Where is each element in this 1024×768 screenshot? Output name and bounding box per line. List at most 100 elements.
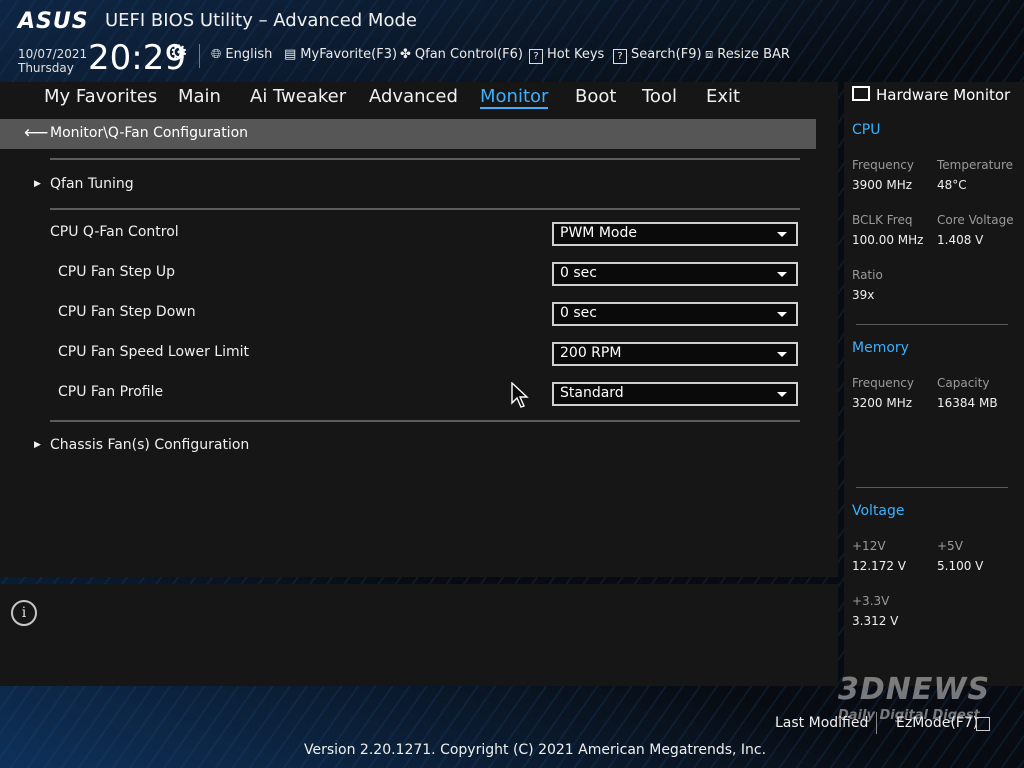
cpu-fan-speed-lower-limit-label: CPU Fan Speed Lower Limit [58,344,250,360]
search-button[interactable]: ? Search(F9) [613,47,702,64]
globe-icon: 🌐︎ [211,47,222,62]
version-copyright: Version 2.20.1271. Copyright (C) 2021 Am… [304,742,767,758]
cpu-fan-step-down-label: CPU Fan Step Down [58,304,196,320]
tab-advanced[interactable]: Advanced [369,86,458,107]
v12-label: +12V [852,539,886,553]
cpu-fan-step-down-dropdown[interactable]: 0 sec [552,302,798,326]
watermark-logo: 3DNEWS Daily Digital Digest [838,672,991,723]
mouse-cursor-icon [511,382,529,408]
cpu-qfan-control-label: CPU Q-Fan Control [50,224,179,240]
dropdown-value: 0 sec [560,265,597,281]
cpu-fan-speed-lower-limit-dropdown[interactable]: 200 RPM [552,342,798,366]
cpu-fan-step-up-dropdown[interactable]: 0 sec [552,262,798,286]
divider [50,420,800,422]
submenu-qfan-tuning[interactable]: Qfan Tuning [50,176,134,192]
datetime-date: 10/07/2021 Thursday [18,47,87,75]
hotkeys-label: Hot Keys [547,47,605,62]
gear-icon[interactable]: ⚙ [170,40,188,64]
asus-logo: ASUS [18,9,89,34]
v5-label: +5V [937,539,963,553]
fan-icon: ✤ [400,47,411,62]
dropdown-value: 200 RPM [560,345,622,361]
ratio-label: Ratio [852,268,883,282]
cpu-heading: CPU [852,122,881,138]
ratio-value: 39x [852,288,875,302]
app-title: UEFI BIOS Utility – Advanced Mode [105,10,417,31]
tab-exit[interactable]: Exit [706,86,740,107]
resize-bar-label: Resize BAR [717,47,790,62]
language-label: English [225,47,273,62]
divider [856,324,1008,325]
last-modified-button[interactable]: Last Modified [775,715,868,731]
hotkeys-button[interactable]: ? Hot Keys [529,47,604,64]
core-voltage-label: Core Voltage [937,213,1014,227]
dropdown-value: PWM Mode [560,225,637,241]
language-button[interactable]: 🌐︎ English [211,47,272,62]
myfavorite-label: MyFavorite(F3) [300,47,398,62]
qfan-control-button[interactable]: ✤ Qfan Control(F6) [400,47,523,62]
resize-bar-button[interactable]: ⧈ Resize BAR [705,47,790,62]
question-icon: ? [529,49,543,64]
cpu-fan-profile-dropdown[interactable]: Standard [552,382,798,406]
hardware-monitor-label: Hardware Monitor [876,86,1011,104]
divider [50,158,800,160]
dropdown-value: Standard [560,385,624,401]
breadcrumb-path: Monitor\Q-Fan Configuration [50,125,249,141]
voltage-heading: Voltage [852,503,905,519]
tab-my-favorites[interactable]: My Favorites [44,86,157,107]
exit-mode-icon [976,717,990,731]
bclk-value: 100.00 MHz [852,233,924,247]
cpu-temperature-label: Temperature [937,158,1014,172]
divider [856,487,1008,488]
caret-down-icon [777,272,787,277]
breadcrumb: ⟵ Monitor\Q-Fan Configuration [0,119,816,149]
caret-down-icon [777,232,787,237]
tab-tool[interactable]: Tool [642,86,677,107]
tab-boot[interactable]: Boot [575,86,616,107]
myfavorite-button[interactable]: ▤ MyFavorite(F3) [284,47,397,62]
hardware-monitor-panel: Hardware Monitor CPU Frequency Temperatu… [844,82,1024,686]
ezmode-button[interactable]: EzMode(F7) [896,715,978,731]
dropdown-value: 0 sec [560,305,597,321]
cpu-frequency-value: 3900 MHz [852,178,913,192]
tab-monitor[interactable]: Monitor [480,86,549,109]
search-label: Search(F9) [631,47,702,62]
tab-main[interactable]: Main [178,86,221,107]
watermark-brand: 3DNEWS [838,672,991,707]
submenu-arrow-icon: ▶ [34,440,41,450]
cpu-fan-profile-label: CPU Fan Profile [58,384,164,400]
tab-ai-tweaker[interactable]: Ai Tweaker [250,86,346,107]
top-bar: ASUS UEFI BIOS Utility – Advanced Mode 1… [0,0,1024,82]
cpu-qfan-control-dropdown[interactable]: PWM Mode [552,222,798,246]
divider [50,208,800,210]
caret-down-icon [777,312,787,317]
memory-frequency-value: 3200 MHz [852,396,913,410]
info-icon: i [11,600,37,626]
v33-value: 3.312 V [852,614,899,628]
back-arrow-icon[interactable]: ⟵ [24,123,48,143]
cpu-temperature-value: 48°C [937,178,967,192]
v12-value: 12.172 V [852,559,907,573]
date-text: 10/07/2021 [18,47,88,61]
core-voltage-value: 1.408 V [937,233,984,247]
caret-down-icon [777,352,787,357]
main-panel: ⟵ Monitor\Q-Fan Configuration ▶ Qfan Tun… [0,112,838,577]
bclk-label: BCLK Freq [852,213,913,227]
memory-frequency-label: Frequency [852,376,914,390]
memory-capacity-value: 16384 MB [937,396,998,410]
v33-label: +3.3V [852,594,890,608]
cpu-fan-step-up-label: CPU Fan Step Up [58,264,176,280]
toolbar-divider [199,44,200,68]
submenu-chassis-fans[interactable]: Chassis Fan(s) Configuration [50,437,249,453]
cpu-frequency-label: Frequency [852,158,914,172]
hardware-monitor-title: Hardware Monitor [852,86,1010,104]
chip-icon: ⧈ [705,47,714,62]
memory-capacity-label: Capacity [937,376,990,390]
caret-down-icon [777,392,787,397]
v5-value: 5.100 V [937,559,984,573]
help-panel: i [0,584,838,686]
keyboard-icon: ▤ [284,47,297,62]
submenu-arrow-icon: ▶ [34,179,41,189]
day-text: Thursday [18,61,74,75]
monitor-icon [852,86,870,101]
